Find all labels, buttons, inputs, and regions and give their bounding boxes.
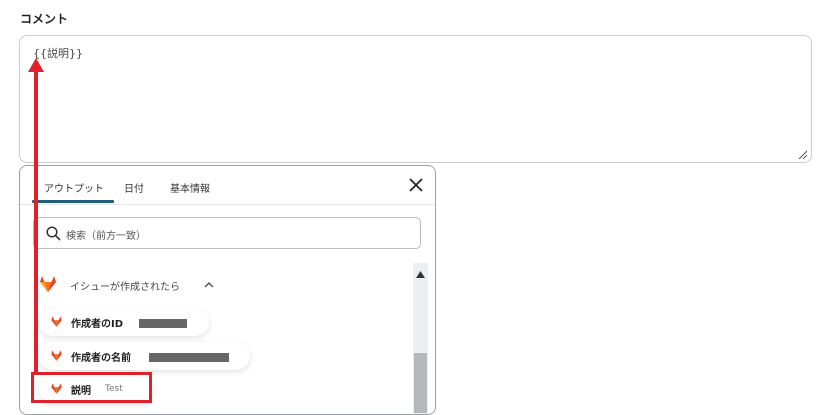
search-placeholder: 検索（前方一致）	[66, 231, 146, 242]
search-input[interactable]: 検索（前方一致）	[33, 217, 421, 249]
output-item-label: 作成者のID	[71, 319, 124, 330]
output-item-author-name[interactable]: 作成者の名前	[39, 342, 250, 370]
resize-handle-icon[interactable]	[797, 149, 807, 159]
search-icon	[46, 226, 61, 241]
output-picker-popup: アウトプット 日付 基本情報 検索（前方一致） イシューが作成されたら 作成者の…	[19, 165, 436, 415]
output-item-description[interactable]: 説明 Test	[39, 375, 153, 403]
tab-basic-info[interactable]: 基本情報	[170, 180, 210, 195]
tab-output[interactable]: アウトプット	[44, 180, 104, 195]
output-item-author-id[interactable]: 作成者のID	[39, 308, 209, 336]
tab-date[interactable]: 日付	[124, 180, 144, 195]
annotation-arrow-line	[34, 70, 38, 372]
active-tab-indicator	[32, 200, 114, 203]
output-item-label: 作成者の名前	[71, 353, 131, 364]
scrollbar[interactable]	[413, 263, 428, 414]
output-item-sample: Test	[105, 384, 123, 394]
output-group-title: イシューが作成されたら	[70, 282, 180, 293]
close-icon[interactable]	[409, 178, 423, 192]
scroll-up-icon[interactable]	[416, 271, 425, 278]
annotation-arrow-head	[28, 58, 44, 72]
scrollbar-thumb[interactable]	[414, 353, 427, 413]
output-item-label: 説明	[71, 386, 91, 397]
redacted-value	[139, 319, 187, 328]
gitlab-icon	[40, 276, 56, 292]
tab-bar: アウトプット 日付 基本情報	[20, 166, 435, 205]
gitlab-icon	[51, 350, 62, 361]
redacted-value	[149, 353, 229, 362]
comment-textarea[interactable]: {{説明}}	[19, 35, 812, 163]
comment-label: コメント	[20, 12, 69, 26]
chevron-up-icon[interactable]	[204, 280, 214, 288]
gitlab-icon	[51, 383, 62, 394]
gitlab-icon	[51, 316, 62, 327]
